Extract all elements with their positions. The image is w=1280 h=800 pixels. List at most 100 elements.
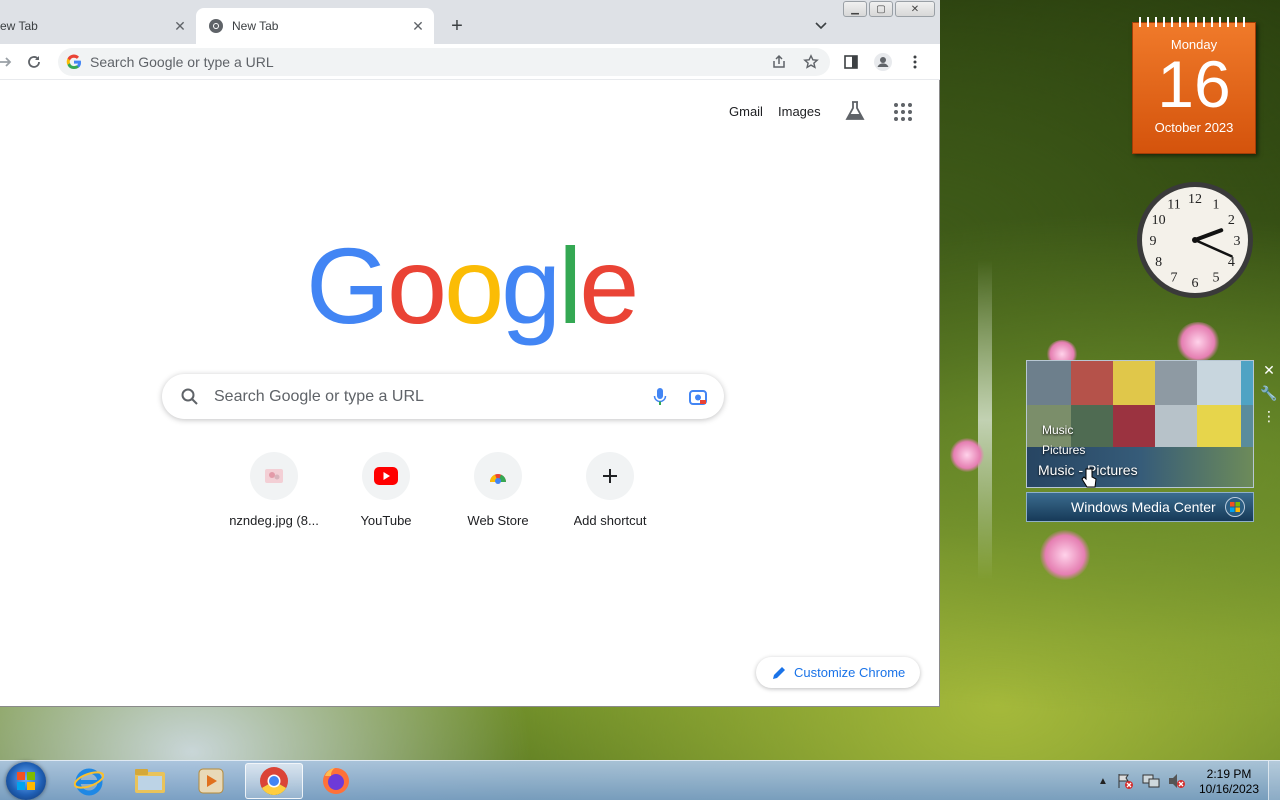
tab-inactive[interactable]: ew Tab ✕ <box>0 8 196 44</box>
logo-letter: e <box>579 225 639 346</box>
show-hidden-icons-button[interactable]: ▲ <box>1098 776 1108 787</box>
profile-button[interactable] <box>870 49 896 75</box>
google-search-box[interactable]: Search Google or type a URL <box>162 374 724 419</box>
gadget-controls: ✕ 🔧 ⋮ <box>1260 362 1277 425</box>
clock-numeral: 1 <box>1213 198 1220 213</box>
shortcut-tile[interactable]: Web Store <box>442 452 554 528</box>
tab-title: New Tab <box>232 19 279 33</box>
clock-numeral: 5 <box>1213 270 1220 285</box>
calendar-gadget[interactable]: Monday 16 October 2023 <box>1132 17 1256 154</box>
gmail-link[interactable]: Gmail <box>729 104 763 119</box>
plus-icon <box>603 469 617 483</box>
chrome-favicon-icon <box>209 19 223 33</box>
minimize-button[interactable]: ▁ <box>843 1 867 17</box>
start-button[interactable] <box>6 762 46 800</box>
forward-arrow-icon <box>0 57 12 67</box>
volume-muted-icon[interactable] <box>1168 773 1186 789</box>
gadget-drag-handle-icon[interactable]: ⋮ <box>1262 408 1276 425</box>
web-store-icon <box>490 474 506 484</box>
apps-grid-icon <box>894 103 912 121</box>
new-tab-button[interactable]: + <box>446 15 468 37</box>
hand-cursor-icon <box>1081 468 1097 488</box>
media-tile <box>1113 361 1155 405</box>
shortcut-icon-circle <box>474 452 522 500</box>
media-tile <box>1027 361 1071 405</box>
window-close-button[interactable]: ✕ <box>895 1 935 17</box>
clock-numeral: 9 <box>1150 234 1157 249</box>
media-tile <box>1155 405 1197 447</box>
network-icon[interactable] <box>1142 773 1160 789</box>
media-tile <box>1241 405 1253 447</box>
taskbar-clock[interactable]: 2:19 PM 10/16/2023 <box>1196 767 1262 797</box>
voice-search-button[interactable] <box>648 385 672 409</box>
customize-chrome-button[interactable]: Customize Chrome <box>756 657 920 688</box>
gadget-options-icon[interactable]: 🔧 <box>1260 385 1277 402</box>
taskbar-firefox[interactable] <box>307 763 365 799</box>
tab-search-button[interactable] <box>810 15 832 37</box>
add-shortcut-tile[interactable]: Add shortcut <box>554 452 666 528</box>
profile-avatar-icon <box>874 53 892 71</box>
shortcut-label: Add shortcut <box>573 513 647 528</box>
reload-button[interactable] <box>21 49 47 75</box>
bookmark-button[interactable] <box>798 48 824 76</box>
taskbar-time: 2:19 PM <box>1206 767 1252 781</box>
wallpaper-flower <box>1176 322 1220 362</box>
media-tile <box>1071 405 1113 447</box>
lens-search-button[interactable] <box>686 385 710 409</box>
logo-letter: g <box>501 225 561 346</box>
taskbar-file-explorer[interactable] <box>121 763 179 799</box>
side-panel-button[interactable] <box>838 49 864 75</box>
clock-numeral: 8 <box>1155 255 1162 270</box>
close-icon[interactable]: ✕ <box>170 16 190 36</box>
shortcut-tile[interactable]: YouTube <box>330 452 442 528</box>
clock-gadget[interactable]: 12 1234567891011 <box>1135 180 1255 300</box>
close-icon[interactable]: ✕ <box>408 16 428 36</box>
taskbar-chrome[interactable] <box>245 763 303 799</box>
chrome-window: ew Tab ✕ New Tab ✕ + ▁ ▢ ✕ Search Google… <box>0 0 940 707</box>
media-center-gadget[interactable]: Music Pictures Music - Pictures Windows … <box>1026 360 1256 524</box>
wallpaper-flower <box>950 438 984 472</box>
window-controls: ▁ ▢ ✕ <box>843 1 935 17</box>
share-button[interactable] <box>766 48 792 76</box>
maximize-button[interactable]: ▢ <box>869 1 893 17</box>
taskbar-internet-explorer[interactable] <box>60 763 118 799</box>
media-center-brand: Windows Media Center <box>1071 499 1216 515</box>
chrome-menu-button[interactable] <box>902 49 928 75</box>
media-center-brand-bar: Windows Media Center <box>1026 492 1254 522</box>
side-panel-icon <box>844 55 858 69</box>
logo-letter: o <box>444 225 504 346</box>
images-link[interactable]: Images <box>778 104 821 119</box>
media-tile <box>1155 361 1197 405</box>
wallpaper-waterfall <box>978 260 992 580</box>
clock-numeral: 11 <box>1167 198 1180 213</box>
media-tile <box>1241 361 1253 405</box>
taskbar-date: 10/16/2023 <box>1198 782 1260 796</box>
media-tile <box>1197 405 1241 447</box>
gadget-close-icon[interactable]: ✕ <box>1263 362 1275 379</box>
shortcut-tile[interactable]: nzndeg.jpg (8... <box>218 452 330 528</box>
windows-logo-icon <box>1225 497 1245 517</box>
taskbar-media-player[interactable] <box>182 763 240 799</box>
address-bar-placeholder: Search Google or type a URL <box>90 54 274 70</box>
forward-button[interactable] <box>0 49 18 75</box>
show-desktop-button[interactable] <box>1268 761 1280 800</box>
clock-numeral: 6 <box>1192 276 1199 291</box>
reload-icon <box>28 56 40 68</box>
address-bar[interactable]: Search Google or type a URL <box>58 48 830 76</box>
calendar-month: October 2023 <box>1154 120 1234 135</box>
google-apps-button[interactable] <box>890 99 916 125</box>
media-tile <box>1071 361 1113 405</box>
media-menu-pictures[interactable]: Pictures <box>1042 443 1085 457</box>
action-center-flag-icon[interactable] <box>1116 773 1134 789</box>
clock-numeral: 7 <box>1171 270 1178 285</box>
internet-explorer-icon <box>74 768 104 796</box>
tab-strip: ew Tab ✕ New Tab ✕ + ▁ ▢ ✕ <box>0 0 940 44</box>
clock-numeral: 3 <box>1234 234 1241 249</box>
labs-button[interactable] <box>842 98 868 124</box>
folder-icon <box>135 769 165 793</box>
shortcut-icon-circle <box>362 452 410 500</box>
google-g-icon <box>66 54 82 70</box>
media-menu-music[interactable]: Music <box>1042 423 1073 437</box>
firefox-icon <box>323 768 349 794</box>
tab-active[interactable]: New Tab ✕ <box>196 8 434 44</box>
